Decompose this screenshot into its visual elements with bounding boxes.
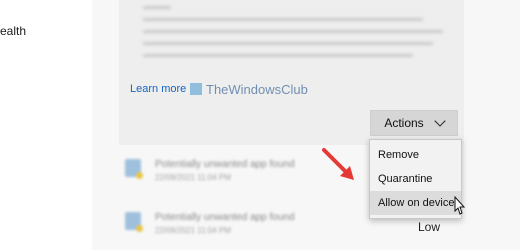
- actions-button-label: Actions: [384, 116, 424, 130]
- learn-more-link[interactable]: Learn more: [130, 83, 186, 95]
- sidebar: ealth: [0, 0, 92, 250]
- actions-dropdown-menu: Remove Quarantine Allow on device: [369, 139, 462, 219]
- menu-item-remove[interactable]: Remove: [370, 143, 461, 167]
- blurred-text-line: [143, 18, 423, 21]
- actions-button[interactable]: Actions: [370, 110, 458, 136]
- row-date: 22/09/2021 11:04 PM: [155, 226, 231, 235]
- list-item[interactable]: Potentially unwanted app found 22/09/202…: [125, 208, 325, 238]
- row-title: Potentially unwanted app found: [155, 159, 295, 170]
- chevron-down-icon: [434, 115, 446, 127]
- blurred-text-line: [143, 54, 413, 57]
- threat-app-icon: [125, 159, 143, 179]
- watermark: TheWindowsClub: [190, 80, 308, 98]
- threat-app-icon: [125, 212, 143, 232]
- row-title: Potentially unwanted app found: [155, 212, 295, 223]
- mouse-pointer-icon: [454, 196, 466, 215]
- sidebar-item-health[interactable]: ealth: [0, 22, 92, 40]
- blurred-text-line: [143, 42, 433, 45]
- red-arrow-icon: [322, 148, 354, 180]
- blurred-text-line: [143, 6, 171, 9]
- list-item[interactable]: Potentially unwanted app found 22/09/202…: [125, 155, 325, 185]
- watermark-text: TheWindowsClub: [206, 81, 308, 97]
- menu-item-quarantine[interactable]: Quarantine: [370, 167, 461, 191]
- windowsclub-logo-icon: [190, 83, 202, 95]
- severity-label: Low: [418, 220, 441, 234]
- blurred-text-line: [143, 30, 443, 33]
- menu-item-allow-on-device[interactable]: Allow on device: [370, 191, 461, 215]
- row-date: 22/09/2021 11:04 PM: [155, 173, 231, 182]
